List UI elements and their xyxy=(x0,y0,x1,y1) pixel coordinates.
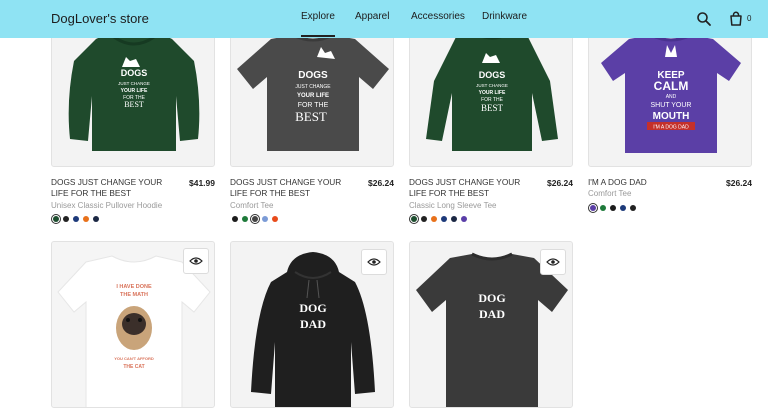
svg-text:MOUTH: MOUTH xyxy=(653,111,690,122)
svg-text:DOGS: DOGS xyxy=(479,70,506,80)
color-swatch[interactable] xyxy=(232,216,238,222)
svg-text:YOUR LIFE: YOUR LIFE xyxy=(121,88,148,94)
svg-text:I HAVE DONE: I HAVE DONE xyxy=(116,284,152,290)
product-title[interactable]: I'M A DOG DAD xyxy=(588,177,718,188)
color-swatch[interactable] xyxy=(73,216,79,222)
product-image[interactable]: DOG DAD xyxy=(230,241,394,408)
quick-view-button[interactable] xyxy=(183,248,209,274)
svg-text:BEST: BEST xyxy=(295,109,327,124)
product-type: Comfort Tee xyxy=(230,201,274,210)
product-title[interactable]: DOGS JUST CHANGE YOUR LIFE FOR THE BEST xyxy=(51,177,181,199)
color-swatch[interactable] xyxy=(461,216,467,222)
product-price: $26.24 xyxy=(368,178,394,188)
store-brand[interactable]: DogLover's store xyxy=(51,11,149,26)
color-swatch[interactable] xyxy=(242,216,248,222)
svg-text:JUST CHANGE: JUST CHANGE xyxy=(118,81,150,86)
svg-text:YOU CAN'T AFFORD: YOU CAN'T AFFORD xyxy=(114,356,154,361)
svg-text:JUST CHANGE: JUST CHANGE xyxy=(476,83,508,88)
print-text: DOGS xyxy=(121,68,148,78)
svg-text:BEST: BEST xyxy=(481,103,504,113)
color-swatch[interactable] xyxy=(272,216,278,222)
color-swatch[interactable] xyxy=(63,216,69,222)
svg-text:THE MATH: THE MATH xyxy=(120,292,148,298)
color-swatch[interactable] xyxy=(431,216,437,222)
svg-text:DAD: DAD xyxy=(479,307,505,321)
product-price: $26.24 xyxy=(547,178,573,188)
product-type: Unisex Classic Pullover Hoodie xyxy=(51,201,163,210)
nav-explore[interactable]: Explore xyxy=(301,11,335,37)
product-type: Classic Long Sleeve Tee xyxy=(409,201,497,210)
svg-text:DOGS: DOGS xyxy=(298,70,328,81)
color-swatch[interactable] xyxy=(441,216,447,222)
product-price: $41.99 xyxy=(189,178,215,188)
svg-text:YOUR LIFE: YOUR LIFE xyxy=(479,90,506,96)
color-swatch[interactable] xyxy=(588,203,598,213)
eye-icon xyxy=(189,257,203,265)
svg-text:FOR THE: FOR THE xyxy=(298,102,329,109)
nav-drinkware[interactable]: Drinkware xyxy=(482,11,527,22)
svg-text:SHUT YOUR: SHUT YOUR xyxy=(651,102,692,109)
color-swatches xyxy=(51,214,99,224)
color-swatch[interactable] xyxy=(620,205,626,211)
product-price: $26.24 xyxy=(726,178,752,188)
color-swatches xyxy=(588,203,636,213)
svg-text:DAD: DAD xyxy=(300,317,326,331)
color-swatch[interactable] xyxy=(250,214,260,224)
product-image[interactable]: DOG DAD xyxy=(409,241,573,408)
product-type: Comfort Tee xyxy=(588,189,632,198)
cart-count: 0 xyxy=(747,14,752,23)
color-swatch[interactable] xyxy=(83,216,89,222)
quick-view-button[interactable] xyxy=(361,249,387,275)
svg-text:DOG: DOG xyxy=(478,291,505,305)
shopping-bag-icon[interactable] xyxy=(728,11,744,27)
quick-view-button[interactable] xyxy=(540,249,566,275)
color-swatch[interactable] xyxy=(610,205,616,211)
eye-icon xyxy=(546,258,560,266)
top-header: DogLover's store Explore Apparel Accesso… xyxy=(0,0,768,38)
nav-accessories[interactable]: Accessories xyxy=(411,11,465,22)
eye-icon xyxy=(367,258,381,266)
svg-text:BEST: BEST xyxy=(124,100,144,109)
svg-text:YOUR LIFE: YOUR LIFE xyxy=(297,93,329,99)
color-swatches xyxy=(232,214,278,224)
svg-text:I'M A DOG DAD: I'M A DOG DAD xyxy=(653,125,689,131)
svg-text:CALM: CALM xyxy=(654,79,689,93)
color-swatches xyxy=(409,214,467,224)
color-swatch[interactable] xyxy=(630,205,636,211)
svg-text:JUST CHANGE: JUST CHANGE xyxy=(295,84,331,90)
svg-text:AND: AND xyxy=(666,94,677,100)
color-swatch[interactable] xyxy=(93,216,99,222)
color-swatch[interactable] xyxy=(262,216,268,222)
nav-apparel[interactable]: Apparel xyxy=(355,11,389,22)
product-title[interactable]: DOGS JUST CHANGE YOUR LIFE FOR THE BEST xyxy=(409,177,539,199)
svg-text:DOG: DOG xyxy=(299,301,326,315)
search-icon[interactable] xyxy=(696,11,712,27)
svg-text:THE CAT: THE CAT xyxy=(123,364,144,370)
color-swatch[interactable] xyxy=(409,214,419,224)
color-swatch[interactable] xyxy=(451,216,457,222)
color-swatch[interactable] xyxy=(600,205,606,211)
color-swatch[interactable] xyxy=(51,214,61,224)
color-swatch[interactable] xyxy=(421,216,427,222)
product-title[interactable]: DOGS JUST CHANGE YOUR LIFE FOR THE BEST xyxy=(230,177,360,199)
